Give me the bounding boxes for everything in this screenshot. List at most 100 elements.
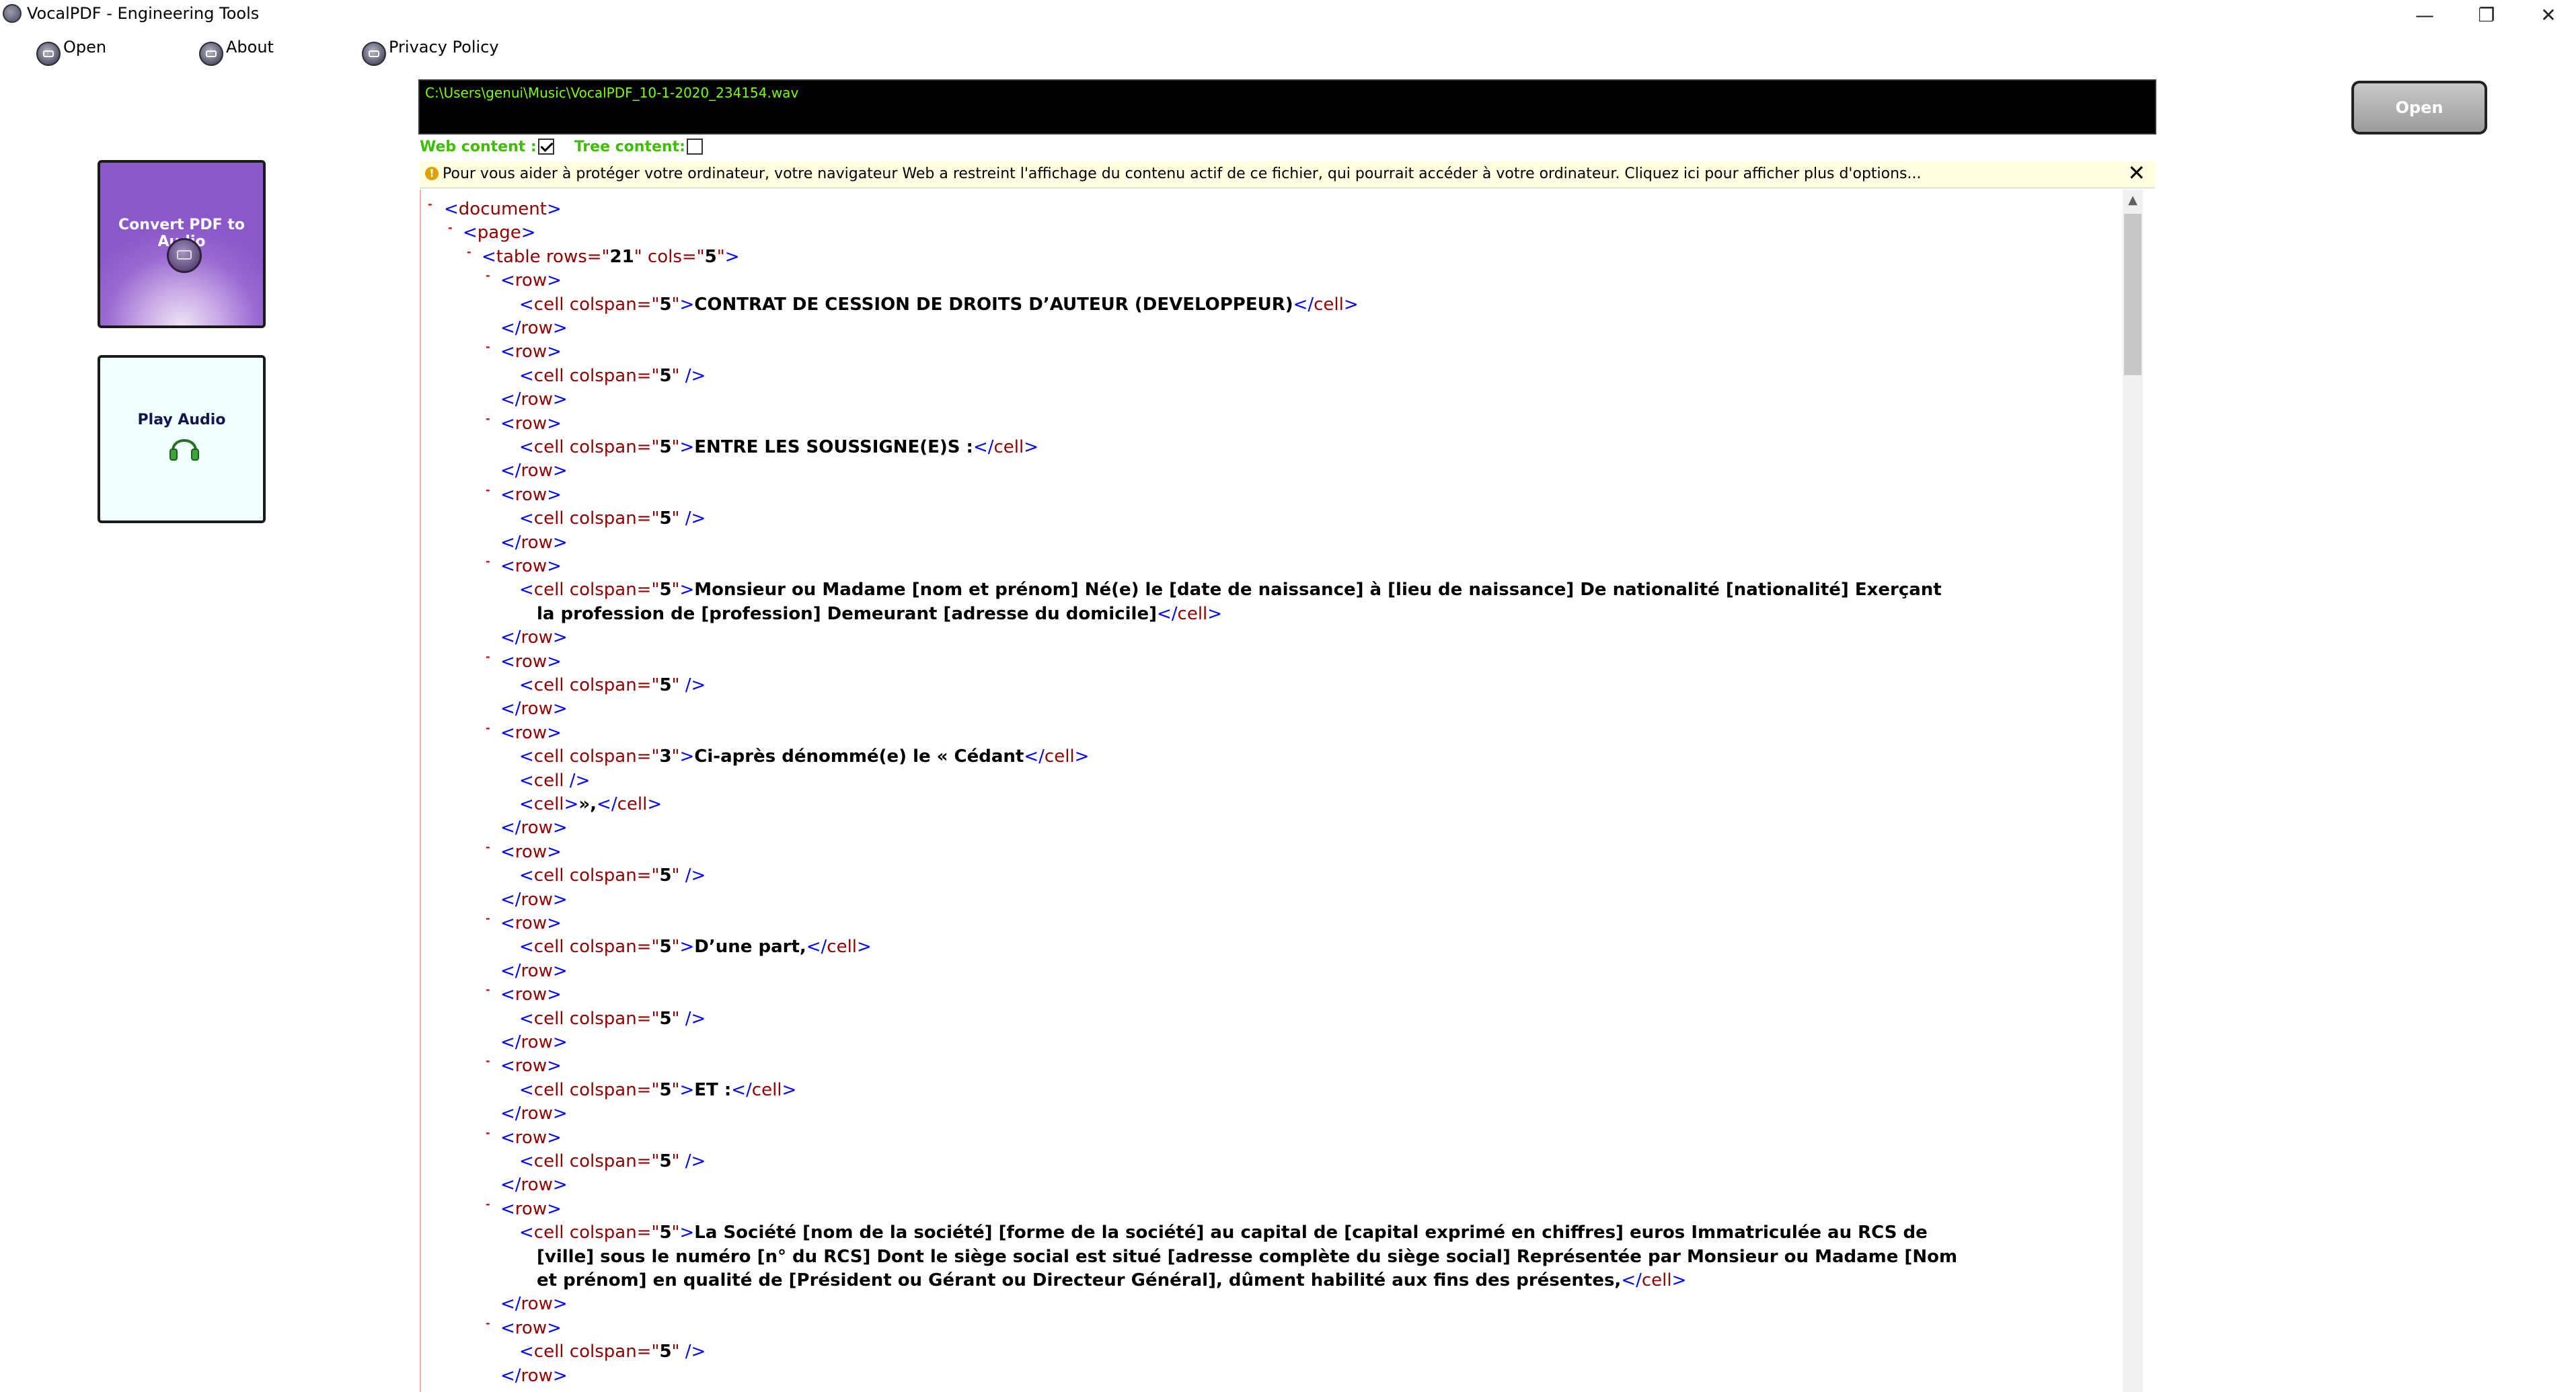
xml-cell: <cell colspan="5">La Société [nom de la … [519,1223,1928,1243]
security-info-bar[interactable]: ! Pour vous aider à protéger votre ordin… [420,160,2155,188]
xml-open-row: <row> [500,722,562,743]
collapse-toggle[interactable]: - [486,1054,490,1067]
xml-open-row: <row> [500,1198,562,1219]
xml-empty-cell: <cell colspan="5" /> [519,1008,706,1029]
play-audio-tile[interactable]: Play Audio [98,355,266,523]
content-options: Web content : Tree content: [420,134,723,159]
xml-cell: <cell colspan="5">Monsieur ou Madame [no… [519,580,1942,601]
vertical-scrollbar[interactable]: ▲ [2123,190,2143,1392]
file-path-text: C:\Users\genui\Music\VocalPDF_10-1-2020_… [425,85,799,101]
xml-open-document: <document> [444,199,562,219]
app-icon [3,4,22,23]
collapse-toggle[interactable]: - [486,340,490,353]
convert-pdf-tile[interactable]: Convert PDF to Audio [98,160,266,328]
xml-cell: <cell colspan="5">ET :</cell> [519,1079,797,1100]
web-content-label: Web content : [420,138,537,155]
xml-open-row: <row> [500,651,562,672]
pdf-disc-icon [199,42,223,66]
warning-icon: ! [425,167,439,180]
collapse-toggle[interactable]: - [486,555,490,568]
collapse-toggle[interactable]: - [486,269,490,282]
window-title: VocalPDF - Engineering Tools [27,4,260,23]
collapse-toggle[interactable]: - [486,983,490,996]
headphones-icon [169,439,199,461]
xml-close-row: </row> [500,818,568,839]
xml-close-row: </row> [500,461,568,481]
xml-open-row: <row> [500,413,562,434]
xml-close-row: </row> [500,389,568,410]
xml-close-row: </row> [500,699,568,720]
xml-open-row: <row> [500,1388,562,1392]
xml-empty-cell: <cell colspan="5" /> [519,675,706,695]
open-button[interactable]: Open [2351,81,2487,134]
collapse-toggle[interactable]: - [486,650,490,663]
xml-close-row: </row> [500,1175,568,1196]
xml-close-row: </row> [500,532,568,553]
web-content-checkbox[interactable] [537,139,554,155]
collapse-toggle[interactable]: - [486,841,490,853]
xml-open-row: <row> [500,984,562,1005]
collapse-toggle[interactable]: - [486,412,490,425]
menu-about-label: About [226,38,274,56]
xml-close-row: </row> [500,1365,568,1386]
xml-cell-continuation: et prénom] en qualité de [Président ou G… [537,1270,1687,1290]
pdf-disc-icon [362,42,386,66]
close-icon[interactable]: ✕ [2127,160,2146,186]
xml-empty-cell: <cell colspan="5" /> [519,508,706,529]
xml-empty-cell: <cell colspan="5" /> [519,1342,706,1362]
minimize-button[interactable]: — [2394,0,2455,30]
collapse-toggle[interactable]: - [428,198,432,210]
xml-open-row: <row> [500,913,562,933]
tree-content-label: Tree content: [574,138,685,155]
tree-content-checkbox[interactable] [686,139,703,155]
xml-cell: <cell colspan="5">CONTRAT DE CESSION DE … [519,294,1359,315]
pdf-disc-icon [167,238,202,273]
xml-cell: <cell>»,</cell> [519,794,662,814]
collapse-toggle[interactable]: - [467,245,471,258]
play-audio-label: Play Audio [137,412,226,428]
collapse-toggle[interactable]: - [486,1388,490,1392]
xml-open-row: <row> [500,1127,562,1148]
xml-open-row: <row> [500,556,562,576]
xml-empty-cell: <cell colspan="5" /> [519,865,706,886]
xml-open-row: <row> [500,1056,562,1077]
collapse-toggle[interactable]: - [486,1317,490,1329]
menu-privacy-label: Privacy Policy [389,38,499,56]
menu-about[interactable]: About [199,35,274,69]
menu-open-label: Open [63,38,107,56]
close-button[interactable]: ✕ [2518,0,2576,30]
xml-cell: <cell colspan="5">ENTRE LES SOUSSIGNE(E)… [519,437,1039,457]
scroll-up-arrow-icon[interactable]: ▲ [2123,190,2143,210]
xml-empty-cell: <cell colspan="5" /> [519,365,706,386]
xml-open-row: <row> [500,841,562,862]
scroll-thumb[interactable] [2124,214,2142,375]
xml-cell: <cell colspan="3">Ci-après dénommé(e) le… [519,746,1090,767]
pdf-disc-icon [36,42,61,66]
xml-open-row: <row> [500,1317,562,1338]
menu-open[interactable]: Open [36,35,106,69]
collapse-toggle[interactable]: - [486,1126,490,1139]
collapse-toggle[interactable]: - [486,722,490,734]
collapse-toggle[interactable]: - [486,912,490,925]
restore-button[interactable]: ❐ [2456,0,2517,30]
xml-close-row: </row> [500,1294,568,1315]
xml-open-row: <row> [500,270,562,291]
xml-close-row: </row> [500,889,568,910]
collapse-toggle[interactable]: - [486,1198,490,1210]
xml-close-row: </row> [500,1104,568,1124]
xml-cell: <cell colspan="5">D’une part,</cell> [519,937,872,958]
xml-open-table: <table rows="21" cols="5"> [482,246,740,267]
menu-privacy-policy[interactable]: Privacy Policy [362,35,499,69]
xml-open-page: <page> [463,223,536,243]
xml-close-row: </row> [500,960,568,981]
xml-cell-continuation: [ville] sous le numéro [n° du RCS] Dont … [537,1246,1958,1267]
collapse-toggle[interactable]: - [448,221,453,234]
xml-empty-cell: <cell colspan="5" /> [519,1151,706,1171]
xml-empty-cell: <cell /> [519,770,591,791]
collapse-toggle[interactable]: - [486,484,490,496]
xml-content-view: - <document> - <page> - <table rows="21" cols… [420,190,2135,1392]
info-bar-text[interactable]: Pour vous aider à protéger votre ordinat… [443,165,1922,182]
xml-open-row: <row> [500,342,562,362]
file-path-display: C:\Users\genui\Music\VocalPDF_10-1-2020_… [418,79,2156,134]
xml-close-row: </row> [500,1032,568,1052]
